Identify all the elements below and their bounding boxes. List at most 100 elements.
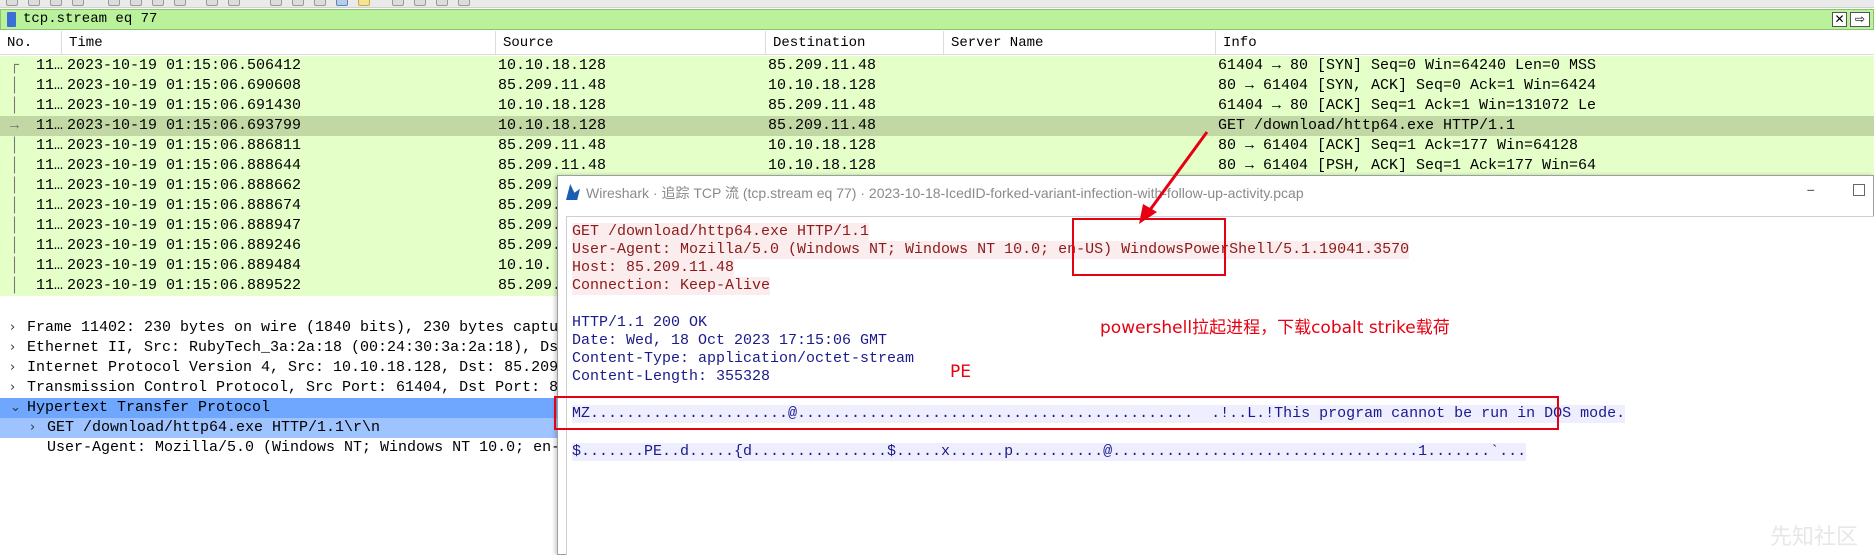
column-header-no[interactable]: No.: [0, 31, 62, 55]
detail-text: Internet Protocol Version 4, Src: 10.10.…: [27, 359, 604, 376]
cell-destination: 85.209.11.48: [768, 117, 877, 134]
cell-time: 2023-10-19 01:15:06.888662: [67, 177, 302, 194]
request-line: User-Agent: Mozilla/5.0 (Windows NT; Win…: [572, 241, 1410, 259]
zoom-in-icon[interactable]: [314, 0, 326, 6]
autoscroll-icon[interactable]: [270, 0, 282, 6]
cell-no: 11…: [36, 77, 64, 94]
go-forward-icon[interactable]: [152, 0, 164, 6]
detail-text: GET /download/http64.exe HTTP/1.1\r\n: [47, 419, 381, 436]
save-file-icon[interactable]: [28, 0, 40, 6]
colorize-icon[interactable]: [292, 0, 304, 6]
cell-no: 11…: [36, 277, 64, 294]
expand-chevron-icon[interactable]: ›: [10, 358, 15, 378]
expand-chevron-icon[interactable]: ›: [10, 318, 15, 338]
display-filter-input[interactable]: tcp.stream eq 77: [23, 11, 157, 27]
packet-row[interactable]: ┌ 11… 2023-10-19 01:15:06.506412 10.10.18.1…: [0, 56, 1874, 76]
expand-subtrees-icon[interactable]: [414, 0, 426, 6]
conversation-line-icon: │: [10, 237, 20, 254]
cell-time: 2023-10-19 01:15:06.889522: [67, 277, 302, 294]
cell-source: 85.209.: [498, 177, 562, 194]
cell-destination: 10.10.18.128: [768, 137, 877, 154]
display-filter-bar: tcp.stream eq 77 ✕ ⇨: [0, 9, 1874, 30]
powershell-annotation: powershell拉起进程，下载cobalt strike载荷: [1100, 318, 1450, 338]
cell-no: 11…: [36, 217, 64, 234]
cell-source: 10.10.18.128: [498, 117, 607, 134]
clear-filter-icon[interactable]: ✕: [1832, 12, 1847, 27]
cell-time: 2023-10-19 01:15:06.889484: [67, 257, 302, 274]
cell-info: 61404 → 80 [ACK] Seq=1 Ack=1 Win=131072 …: [1218, 97, 1597, 114]
cell-no: 11…: [36, 237, 64, 254]
apply-filter-icon[interactable]: ⇨: [1850, 12, 1870, 27]
cell-destination: 85.209.11.48: [768, 97, 877, 114]
conversation-line-icon: │: [10, 157, 20, 174]
cell-source: 85.209.11.48: [498, 137, 607, 154]
resize-columns-icon[interactable]: [392, 0, 404, 6]
wireshark-fin-icon: [566, 184, 580, 200]
cell-time: 2023-10-19 01:15:06.690608: [67, 77, 302, 94]
cell-time: 2023-10-19 01:15:06.506412: [67, 57, 302, 74]
collapse-chevron-icon[interactable]: ⌄: [10, 398, 21, 418]
expand-chevron-icon[interactable]: ›: [10, 338, 15, 358]
zoom-out-icon[interactable]: [336, 0, 348, 6]
cell-time: 2023-10-19 01:15:06.889246: [67, 237, 302, 254]
packet-row[interactable]: → 11… 2023-10-19 01:15:06.693799 10.10.18.1…: [0, 116, 1874, 136]
cell-source: 10.10.18.128: [498, 97, 607, 114]
packet-row[interactable]: │ 11… 2023-10-19 01:15:06.690608 85.209.11.…: [0, 76, 1874, 96]
packet-row[interactable]: │ 11… 2023-10-19 01:15:06.888644 85.209.11.…: [0, 156, 1874, 176]
cell-source: 85.209.: [498, 237, 562, 254]
cell-no: 11…: [36, 197, 64, 214]
go-back-icon[interactable]: [130, 0, 142, 6]
main-toolbar: [0, 0, 1874, 8]
pe-annotation: PE: [950, 362, 971, 382]
response-line: HTTP/1.1 200 OK: [572, 314, 708, 331]
find-packet-icon[interactable]: [108, 0, 120, 6]
bookmark-icon[interactable]: [7, 12, 16, 27]
cell-time: 2023-10-19 01:15:06.888947: [67, 217, 302, 234]
cell-no: 11…: [36, 257, 64, 274]
detail-text: User-Agent: Mozilla/5.0 (Windows NT; Win…: [47, 439, 588, 456]
packet-row[interactable]: │ 11… 2023-10-19 01:15:06.886811 85.209.11.…: [0, 136, 1874, 156]
cell-no: 11…: [36, 97, 64, 114]
expand-chevron-icon[interactable]: ›: [30, 418, 35, 438]
close-file-icon[interactable]: [50, 0, 62, 6]
response-line: Date: Wed, 18 Oct 2023 17:15:06 GMT: [572, 332, 888, 349]
cell-info: 61404 → 80 [SYN] Seq=0 Win=64240 Len=0 M…: [1218, 57, 1597, 74]
cell-source: 85.209.: [498, 197, 562, 214]
detail-text: Transmission Control Protocol, Src Port:…: [27, 379, 604, 396]
cell-time: 2023-10-19 01:15:06.888674: [67, 197, 302, 214]
arrow-head: [1139, 204, 1157, 224]
request-line: GET /download/http64.exe HTTP/1.1: [572, 223, 870, 241]
cell-source: 10.10.18.128: [498, 57, 607, 74]
cell-no: 11…: [36, 137, 64, 154]
column-header-info[interactable]: Info: [1216, 31, 1874, 55]
minimize-icon[interactable]: –: [1807, 180, 1816, 200]
expand-chevron-icon[interactable]: ›: [10, 378, 15, 398]
open-file-icon[interactable]: [6, 0, 18, 6]
last-packet-icon[interactable]: [228, 0, 240, 6]
maximize-icon[interactable]: [1853, 184, 1865, 196]
conversation-line-icon: │: [10, 197, 20, 214]
cell-destination: 10.10.18.128: [768, 77, 877, 94]
request-line: Host: 85.209.11.48: [572, 259, 735, 277]
reload-icon[interactable]: [72, 0, 84, 6]
collapse-all-icon[interactable]: [436, 0, 448, 6]
watermark: 先知社区: [1769, 525, 1858, 550]
column-header-server-name[interactable]: Server Name: [944, 31, 1216, 55]
column-header-time[interactable]: Time: [62, 31, 496, 55]
packet-row[interactable]: │ 11… 2023-10-19 01:15:06.691430 10.10.18.1…: [0, 96, 1874, 116]
conversation-line-icon: │: [10, 257, 20, 274]
cell-source: 85.209.11.48: [498, 157, 607, 174]
first-packet-icon[interactable]: [206, 0, 218, 6]
column-header-source[interactable]: Source: [496, 31, 766, 55]
normal-size-icon[interactable]: [358, 0, 370, 6]
expand-all-icon[interactable]: [458, 0, 470, 6]
go-to-packet-icon[interactable]: [174, 0, 186, 6]
detail-text: Ethernet II, Src: RubyTech_3a:2a:18 (00:…: [27, 339, 604, 356]
cell-time: 2023-10-19 01:15:06.886811: [67, 137, 302, 154]
dialog-titlebar[interactable]: Wireshark · 追踪 TCP 流 (tcp.stream eq 77) …: [558, 176, 1873, 208]
conversation-line-icon: │: [10, 217, 20, 234]
cell-info: 80 → 61404 [SYN, ACK] Seq=0 Ack=1 Win=64…: [1218, 77, 1597, 94]
request-arrow-icon: →: [10, 117, 20, 134]
cell-no: 11…: [36, 157, 64, 174]
column-header-destination[interactable]: Destination: [766, 31, 944, 55]
